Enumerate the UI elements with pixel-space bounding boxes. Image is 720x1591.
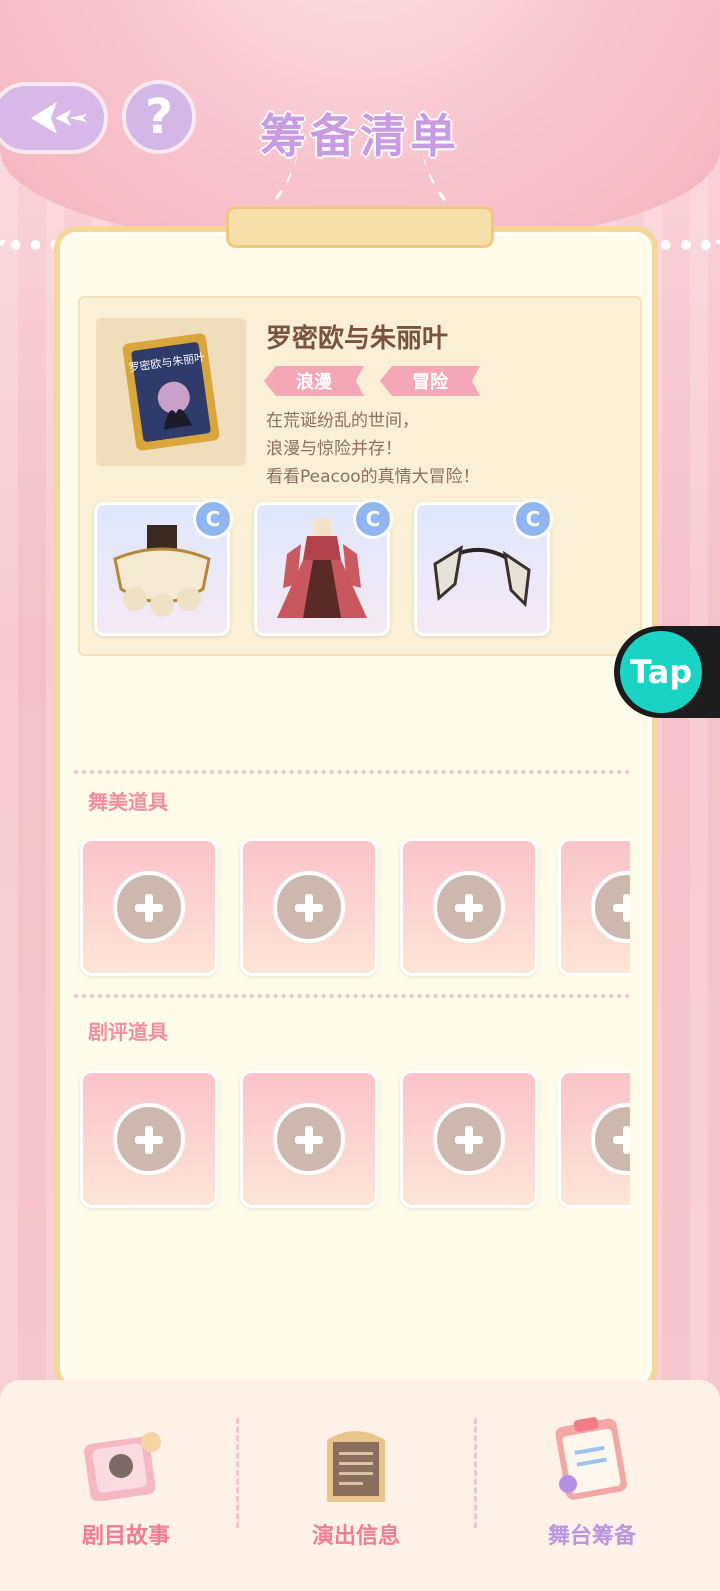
nav-label-show-info: 演出信息	[311, 1524, 400, 1549]
review-prop-slot[interactable]	[558, 1070, 630, 1208]
add-icon	[591, 871, 630, 943]
storybook-icon	[84, 1432, 161, 1502]
tap-logo-icon: Tap	[620, 631, 702, 713]
add-icon	[273, 871, 345, 943]
review-prop-slot[interactable]	[400, 1070, 538, 1208]
nav-label-stage-prep: 舞台筹备	[547, 1524, 636, 1549]
add-icon	[433, 871, 505, 943]
add-icon	[433, 1103, 505, 1175]
page-title: 筹备清单	[260, 109, 460, 163]
play-description-line-2: 浪漫与惊险并存！	[266, 439, 402, 459]
play-description-line-1: 在荒诞纷乱的世间，	[266, 411, 419, 431]
nav-tab-show-info[interactable]: 演出信息	[246, 1390, 466, 1580]
nav-separator	[474, 1418, 477, 1528]
info-board-icon	[327, 1431, 385, 1502]
rarity-badge: C	[353, 499, 393, 539]
add-icon	[591, 1103, 630, 1175]
add-icon	[113, 871, 185, 943]
tag-adventure: 冒险	[380, 366, 480, 396]
tap-floating-button[interactable]: Tap	[614, 626, 720, 718]
rarity-badge: C	[193, 499, 233, 539]
frame-header-ornament	[226, 206, 494, 248]
rarity-badge: C	[513, 499, 553, 539]
review-prop-slot[interactable]	[240, 1070, 378, 1208]
stage-prop-slot[interactable]	[80, 838, 218, 976]
review-prop-slot[interactable]	[80, 1070, 218, 1208]
play-name: 罗密欧与朱丽叶	[266, 324, 449, 354]
nav-tab-stage-prep[interactable]: 舞台筹备	[482, 1390, 702, 1580]
section-divider	[74, 994, 630, 998]
stage-prop-slot[interactable]	[400, 838, 538, 976]
wing-accessory-icon	[433, 544, 531, 608]
add-icon	[113, 1103, 185, 1175]
section-divider	[74, 770, 630, 774]
play-cover: 罗密欧与朱丽叶	[96, 318, 246, 466]
nav-separator	[236, 1418, 239, 1528]
section-label-review-props: 剧评道具	[88, 1020, 168, 1044]
costume-slot-1[interactable]: C	[94, 499, 233, 636]
nav-label-play-story: 剧目故事	[81, 1524, 170, 1549]
book-cover-icon: 罗密欧与朱丽叶	[122, 333, 220, 451]
stage-prop-slot[interactable]	[558, 838, 630, 976]
costume-slot-2[interactable]: C	[254, 499, 393, 636]
clipboard-icon	[555, 1417, 627, 1500]
review-prop-slot-partial[interactable]	[556, 1070, 630, 1208]
tag-romance: 浪漫	[264, 366, 364, 396]
stage-prop-slot[interactable]	[240, 838, 378, 976]
costume-slot-3[interactable]: C	[414, 499, 553, 636]
section-label-stage-props: 舞美道具	[88, 790, 168, 814]
add-icon	[273, 1103, 345, 1175]
nav-tab-play-story[interactable]: 剧目故事	[16, 1390, 236, 1580]
play-description-line-3: 看看Peacoo的真情大冒险！	[266, 467, 480, 487]
stage-prop-slot-partial[interactable]	[556, 838, 630, 976]
